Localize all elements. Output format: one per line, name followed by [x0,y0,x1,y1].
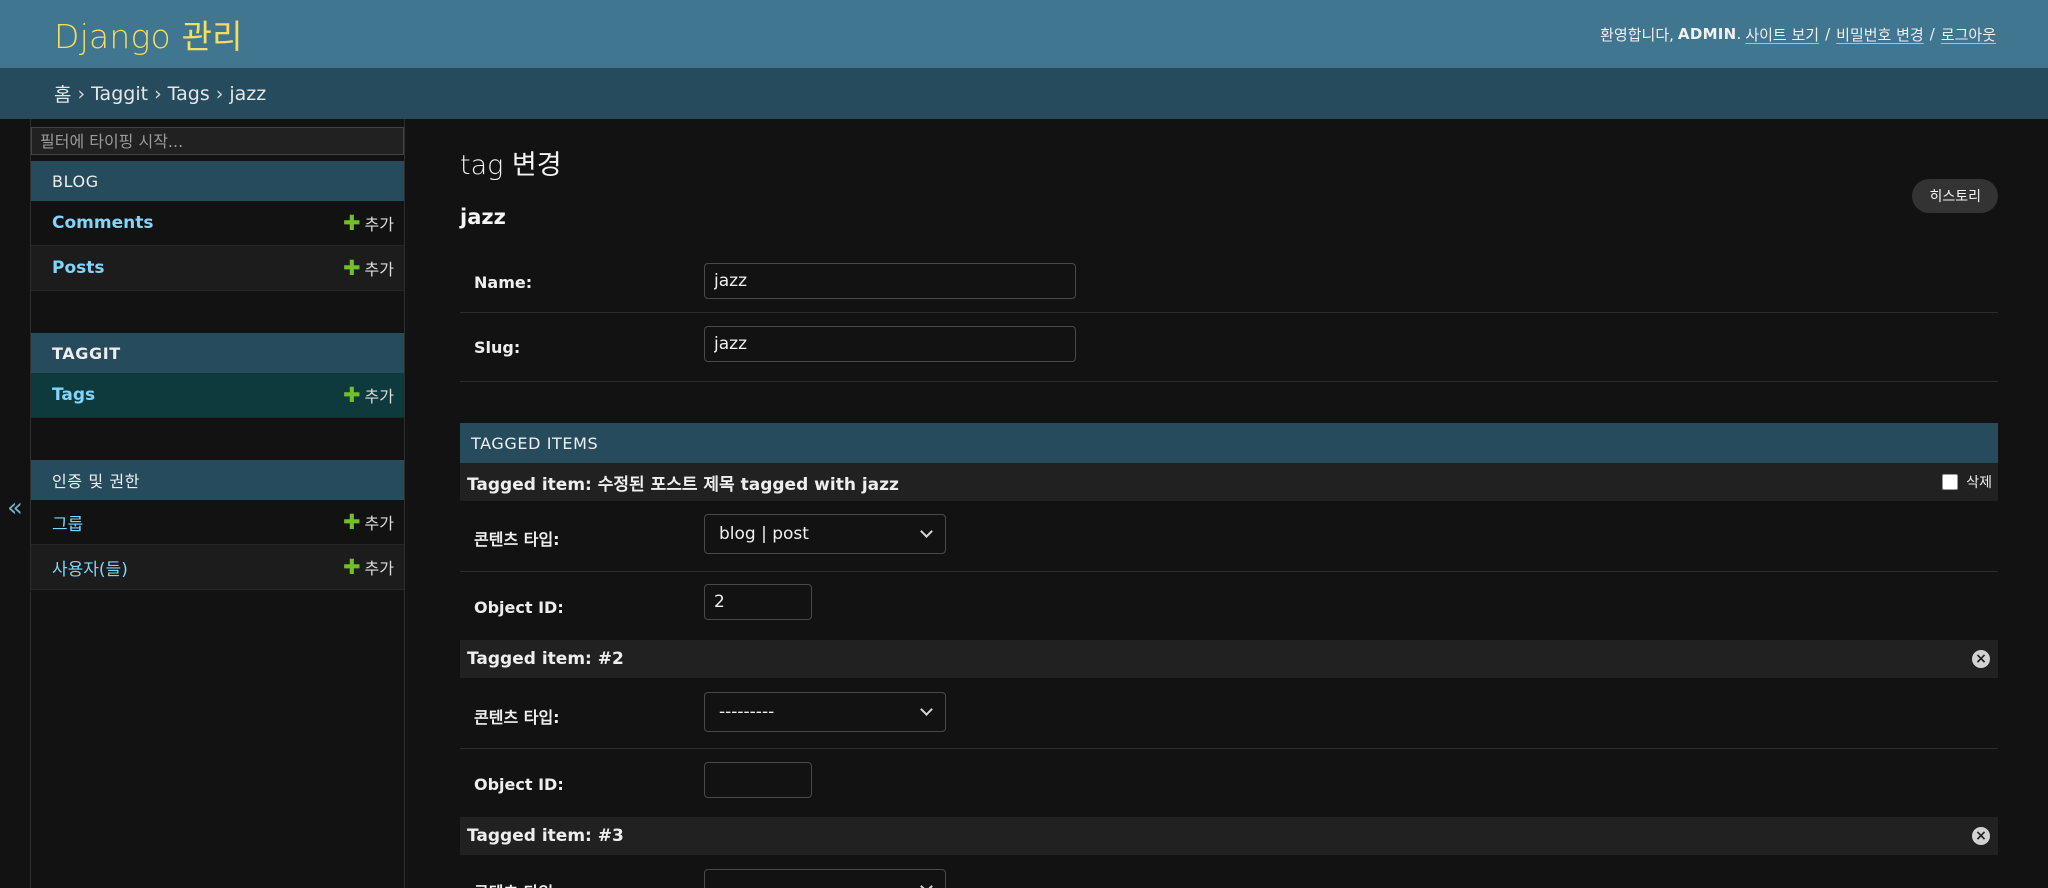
slug-label: Slug: [474,338,521,357]
sidebar-item-groups: 그룹 ✚ 추가 [31,500,404,545]
username: ADMIN [1677,25,1737,43]
inline-item-title: Tagged item: 수정된 포스트 제목 tagged with jazz [467,474,899,495]
sidebar-item-label[interactable]: 사용자(들) [52,555,128,580]
add-post-link[interactable]: ✚ 추가 [343,256,394,280]
inline-item-header: Tagged item: #2 × [460,640,1998,678]
sidebar-item-label[interactable]: 그룹 [52,510,83,535]
inline-item-title: Tagged item: #2 [467,649,624,669]
breadcrumb: 홈 › Taggit › Tags › jazz [0,68,2048,119]
sidebar-item-posts: Posts ✚ 추가 [31,246,404,291]
form-row-slug: Slug: [460,313,1998,382]
app-caption-taggit[interactable]: TAGGIT [31,333,404,373]
breadcrumb-separator: › [215,82,224,105]
delete-label: 삭제 [1966,475,1992,491]
collapse-sidebar-icon[interactable]: « [7,495,23,521]
content-type-label: 콘텐츠 타입: [474,530,560,549]
slug-input[interactable] [704,326,1076,362]
add-user-link[interactable]: ✚ 추가 [343,555,394,579]
sidebar-collapse-strip[interactable]: « [0,119,31,888]
delete-checkbox[interactable] [1942,474,1959,490]
remove-inline-icon[interactable]: × [1972,827,1990,845]
app-module-blog: BLOG Comments ✚ 추가 Posts ✚ 추가 [31,161,404,291]
sidebar: BLOG Comments ✚ 추가 Posts ✚ 추가 TAGGIT Tag… [31,119,405,888]
username-suffix: . [1736,25,1742,43]
history-button[interactable]: 히스토리 [1912,179,1998,213]
header: Django 관리 환영합니다, ADMIN . 사이트 보기 / 비밀번호 변… [0,0,2048,68]
breadcrumb-separator: › [77,82,86,105]
add-tag-link[interactable]: ✚ 추가 [343,383,394,407]
object-id-label: Object ID: [474,775,564,794]
user-tools: 환영합니다, ADMIN . 사이트 보기 / 비밀번호 변경 / 로그아웃 [1600,24,1996,45]
plus-icon: ✚ [342,382,361,407]
page-title: tag 변경 [460,150,562,181]
add-link-label: 추가 [364,215,394,234]
add-group-link[interactable]: ✚ 추가 [343,510,394,534]
name-label: Name: [474,273,533,292]
add-comment-link[interactable]: ✚ 추가 [343,211,394,235]
welcome-text: 환영합니다, [1600,25,1674,44]
add-link-label: 추가 [364,387,394,406]
plus-icon: ✚ [342,509,361,534]
sidebar-item-comments: Comments ✚ 추가 [31,201,404,246]
chevron-down-icon [920,525,933,538]
plus-icon: ✚ [342,255,361,280]
user-tools-separator: / [1825,25,1831,43]
sidebar-item-label[interactable]: Posts [52,258,105,278]
add-link-label: 추가 [364,559,394,578]
content-type-selected-value: --------- [719,702,775,722]
main-content: tag 변경 히스토리 jazz Name: Slug: TAGGED ITEM… [460,119,1998,888]
sidebar-item-users: 사용자(들) ✚ 추가 [31,545,404,590]
app-module-taggit: TAGGIT Tags ✚ 추가 [31,333,404,418]
breadcrumb-separator: › [154,82,162,105]
object-id-label: Object ID: [474,598,564,617]
form-row-object-id: Object ID: [460,749,1998,817]
remove-inline-icon[interactable]: × [1972,650,1990,668]
view-site-link[interactable]: 사이트 보기 [1745,24,1819,45]
content-type-label: 콘텐츠 타입: [474,879,560,888]
add-link-label: 추가 [364,514,394,533]
app-module-auth: 인증 및 권한 그룹 ✚ 추가 사용자(들) ✚ 추가 [31,460,404,590]
site-branding[interactable]: Django 관리 [54,10,243,58]
content-type-label: 콘텐츠 타입: [474,708,560,727]
object-id-input[interactable] [704,584,812,620]
inline-item-header: Tagged item: #3 × [460,817,1998,855]
user-tools-separator: / [1929,25,1935,43]
app-caption-blog[interactable]: BLOG [31,161,404,201]
form-row-content-type: 콘텐츠 타입: [460,855,1998,888]
inline-group-caption[interactable]: TAGGED ITEMS [460,423,1998,463]
content-type-selected-value: blog | post [719,524,809,544]
content-type-select[interactable] [704,869,946,888]
sidebar-item-label[interactable]: Tags [52,385,95,405]
sidebar-filter-input[interactable] [31,127,404,155]
chevron-down-icon [920,880,933,888]
object-id-input[interactable] [704,762,812,798]
plus-icon: ✚ [342,210,361,235]
form-row-content-type: 콘텐츠 타입: blog | post [460,501,1998,572]
sidebar-item-tags: Tags ✚ 추가 [31,373,404,418]
delete-checkbox-group[interactable]: 삭제 [1942,472,1992,492]
breadcrumb-home[interactable]: 홈 [54,80,71,107]
breadcrumb-current: jazz [229,82,267,105]
sidebar-item-label[interactable]: Comments [52,213,153,233]
breadcrumb-app[interactable]: Taggit [91,83,148,105]
form-row-object-id: Object ID: [460,572,1998,640]
inline-item-title: Tagged item: #3 [467,826,624,846]
name-input[interactable] [704,263,1076,299]
inline-item-header: Tagged item: 수정된 포스트 제목 tagged with jazz… [460,463,1998,501]
plus-icon: ✚ [342,554,361,579]
logout-link[interactable]: 로그아웃 [1941,24,1996,45]
breadcrumb-model[interactable]: Tags [168,83,210,105]
object-title: jazz [460,205,506,229]
content-type-select[interactable]: --------- [704,692,946,732]
chevron-down-icon [920,703,933,716]
app-caption-auth[interactable]: 인증 및 권한 [31,460,404,500]
content-type-select[interactable]: blog | post [704,514,946,554]
add-link-label: 추가 [364,260,394,279]
change-password-link[interactable]: 비밀번호 변경 [1836,24,1924,45]
form-row-name: Name: [460,251,1998,313]
form-row-content-type: 콘텐츠 타입: --------- [460,678,1998,749]
